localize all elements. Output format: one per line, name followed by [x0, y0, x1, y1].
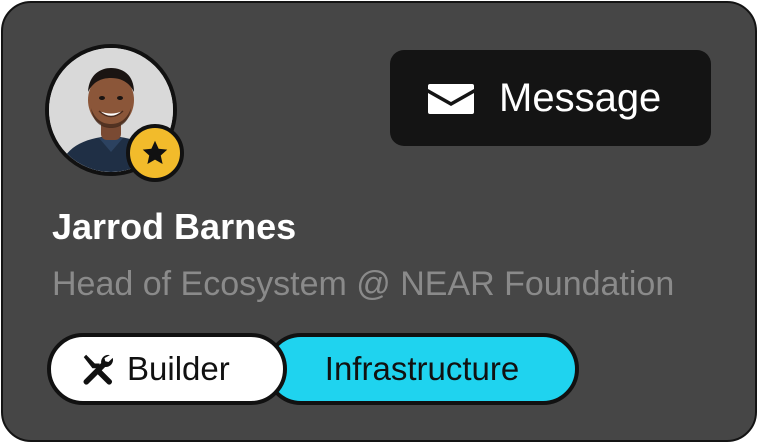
verified-star-badge [126, 124, 184, 182]
tag-builder[interactable]: Builder [47, 333, 287, 405]
tag-builder-label: Builder [127, 350, 230, 387]
message-button[interactable]: Message [390, 50, 711, 146]
tag-infrastructure-label: Infrastructure [324, 350, 520, 387]
profile-name: Jarrod Barnes [52, 206, 297, 247]
tools-icon [83, 354, 113, 385]
profile-card: Message Jarrod Barnes Head of Ecosystem … [1, 1, 757, 442]
avatar-container [45, 44, 184, 182]
tag-infrastructure[interactable]: Infrastructure [265, 333, 579, 405]
profile-title: Head of Ecosystem @ NEAR Foundation [52, 265, 675, 303]
envelope-icon [428, 84, 474, 114]
star-icon [142, 140, 168, 164]
message-button-label: Message [499, 76, 662, 120]
